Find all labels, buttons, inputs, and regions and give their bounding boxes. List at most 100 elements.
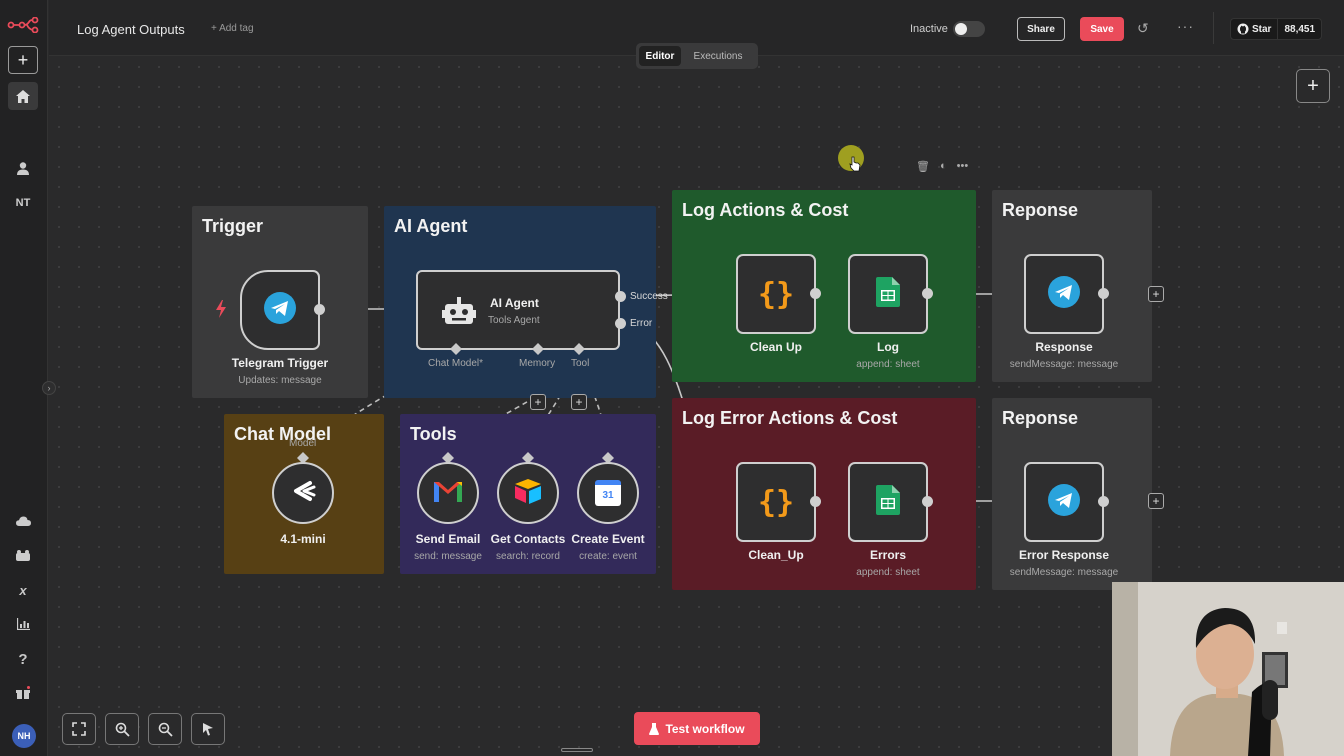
more-options-icon[interactable]: ··· <box>1177 18 1195 36</box>
node-sub: Tools Agent <box>488 315 540 326</box>
workflow-title[interactable]: Log Agent Outputs <box>77 22 185 37</box>
pointer-icon <box>203 723 213 736</box>
tidy-up-button[interactable] <box>191 713 225 745</box>
history-icon[interactable]: ↺ <box>1137 20 1153 38</box>
add-memory-button[interactable]: + <box>530 394 546 410</box>
output-handle[interactable] <box>810 496 821 507</box>
gift-icon[interactable] <box>8 678 38 706</box>
google-sheets-icon <box>876 484 900 520</box>
group-title: Log Actions & Cost <box>682 200 849 220</box>
add-tool-button[interactable]: + <box>571 394 587 410</box>
log-node[interactable] <box>848 254 928 334</box>
n8n-logo-icon[interactable] <box>7 16 39 38</box>
group-title: Reponse <box>1002 408 1079 428</box>
lightning-icon <box>215 300 227 318</box>
node-sub: Updates: message <box>238 375 322 386</box>
webcam-video-overlay <box>1112 582 1344 756</box>
create-button[interactable]: + <box>8 46 38 74</box>
success-output-handle[interactable] <box>615 291 626 302</box>
node-label: Errors <box>869 548 907 562</box>
logs-panel-handle[interactable] <box>561 748 593 752</box>
robot-icon <box>442 296 476 331</box>
code-braces-icon: {} <box>757 484 795 520</box>
share-button[interactable]: Share <box>1017 17 1065 41</box>
send-email-node[interactable] <box>417 462 479 524</box>
variables-icon[interactable]: x <box>8 576 38 604</box>
avatar[interactable]: NH <box>12 724 36 748</box>
github-star-button[interactable]: Star 88,451 <box>1230 18 1323 40</box>
node-label: Log <box>877 340 899 354</box>
divider <box>1213 12 1214 44</box>
insights-icon[interactable] <box>8 610 38 638</box>
clean-up-2-node[interactable]: {} <box>736 462 816 542</box>
telegram-trigger-node[interactable] <box>240 270 320 350</box>
create-event-node[interactable]: 31 <box>577 462 639 524</box>
add-node-panel-button[interactable]: + <box>1296 69 1330 103</box>
node-label: Telegram Trigger <box>231 356 329 370</box>
zoom-to-fit-button[interactable] <box>62 713 96 745</box>
hand-cursor-icon <box>849 156 861 172</box>
airtable-icon <box>514 478 542 509</box>
tool-port-label: Tool <box>571 358 590 369</box>
tab-executions[interactable]: Executions <box>683 46 753 66</box>
error-label: Error <box>630 318 653 329</box>
output-handle[interactable] <box>1098 288 1109 299</box>
fit-view-icon <box>72 722 86 736</box>
google-sheets-icon <box>876 276 900 312</box>
github-star-count: 88,451 <box>1284 23 1316 35</box>
collapse-sidebar-icon[interactable]: › <box>42 381 56 395</box>
flask-icon <box>649 722 660 735</box>
node-sub: sendMessage: message <box>1009 567 1119 578</box>
n8n-app: Trigger AI Agent Log Actions & Cost Repo… <box>0 0 1344 756</box>
model-port-label: Model <box>289 438 317 449</box>
error-response-node[interactable] <box>1024 462 1104 542</box>
output-handle[interactable] <box>922 288 933 299</box>
view-tabs: Editor Executions <box>636 43 758 69</box>
more-icon[interactable]: ••• <box>957 160 969 173</box>
node-sub: append: sheet <box>856 359 920 370</box>
user-initials[interactable]: NT <box>8 189 38 217</box>
tab-editor[interactable]: Editor <box>639 46 681 66</box>
templates-icon[interactable] <box>8 541 38 569</box>
clean-up-node[interactable]: {} <box>736 254 816 334</box>
user-icon[interactable] <box>8 154 38 182</box>
add-tag-button[interactable]: + Add tag <box>211 23 254 34</box>
google-calendar-icon: 31 <box>595 480 621 506</box>
active-status-label: Inactive <box>910 23 948 35</box>
node-label: AI Agent <box>490 296 539 310</box>
memory-port-label: Memory <box>519 358 556 369</box>
output-handle[interactable] <box>810 288 821 299</box>
zoom-out-button[interactable] <box>148 713 182 745</box>
cloud-icon[interactable] <box>8 507 38 535</box>
add-node-button[interactable]: + <box>1148 286 1164 302</box>
output-handle[interactable] <box>314 304 325 315</box>
errors-node[interactable] <box>848 462 928 542</box>
test-workflow-button[interactable]: Test workflow <box>634 712 760 745</box>
left-sidebar: + NT x ? NH <box>0 0 48 756</box>
node-sub: sendMessage: message <box>1009 359 1119 370</box>
group-title: AI Agent <box>394 216 468 236</box>
error-output-handle[interactable] <box>615 318 626 329</box>
ai-agent-node[interactable]: AI Agent Tools Agent <box>416 270 620 350</box>
zoom-out-icon <box>158 722 173 737</box>
output-handle[interactable] <box>1098 496 1109 507</box>
response-node[interactable] <box>1024 254 1104 334</box>
group-title: Log Error Actions & Cost <box>682 408 898 428</box>
save-button[interactable]: Save <box>1080 17 1124 41</box>
github-star-label: Star <box>1252 23 1272 35</box>
trash-icon[interactable]: 🗑 <box>916 160 930 173</box>
home-icon[interactable] <box>8 82 38 110</box>
group-title: Tools <box>410 424 457 444</box>
zoom-in-button[interactable] <box>105 713 139 745</box>
output-handle[interactable] <box>922 496 933 507</box>
chat-model-node[interactable] <box>272 462 334 524</box>
add-node-button[interactable]: + <box>1148 493 1164 509</box>
palette-icon[interactable]: ◐ <box>940 160 947 173</box>
active-toggle[interactable] <box>953 21 985 37</box>
zoom-in-icon <box>115 722 130 737</box>
openai-icon <box>288 479 318 508</box>
node-label: Create Event <box>571 532 645 546</box>
help-icon[interactable]: ? <box>8 645 38 673</box>
get-contacts-node[interactable] <box>497 462 559 524</box>
node-sub: create: event <box>579 551 637 562</box>
